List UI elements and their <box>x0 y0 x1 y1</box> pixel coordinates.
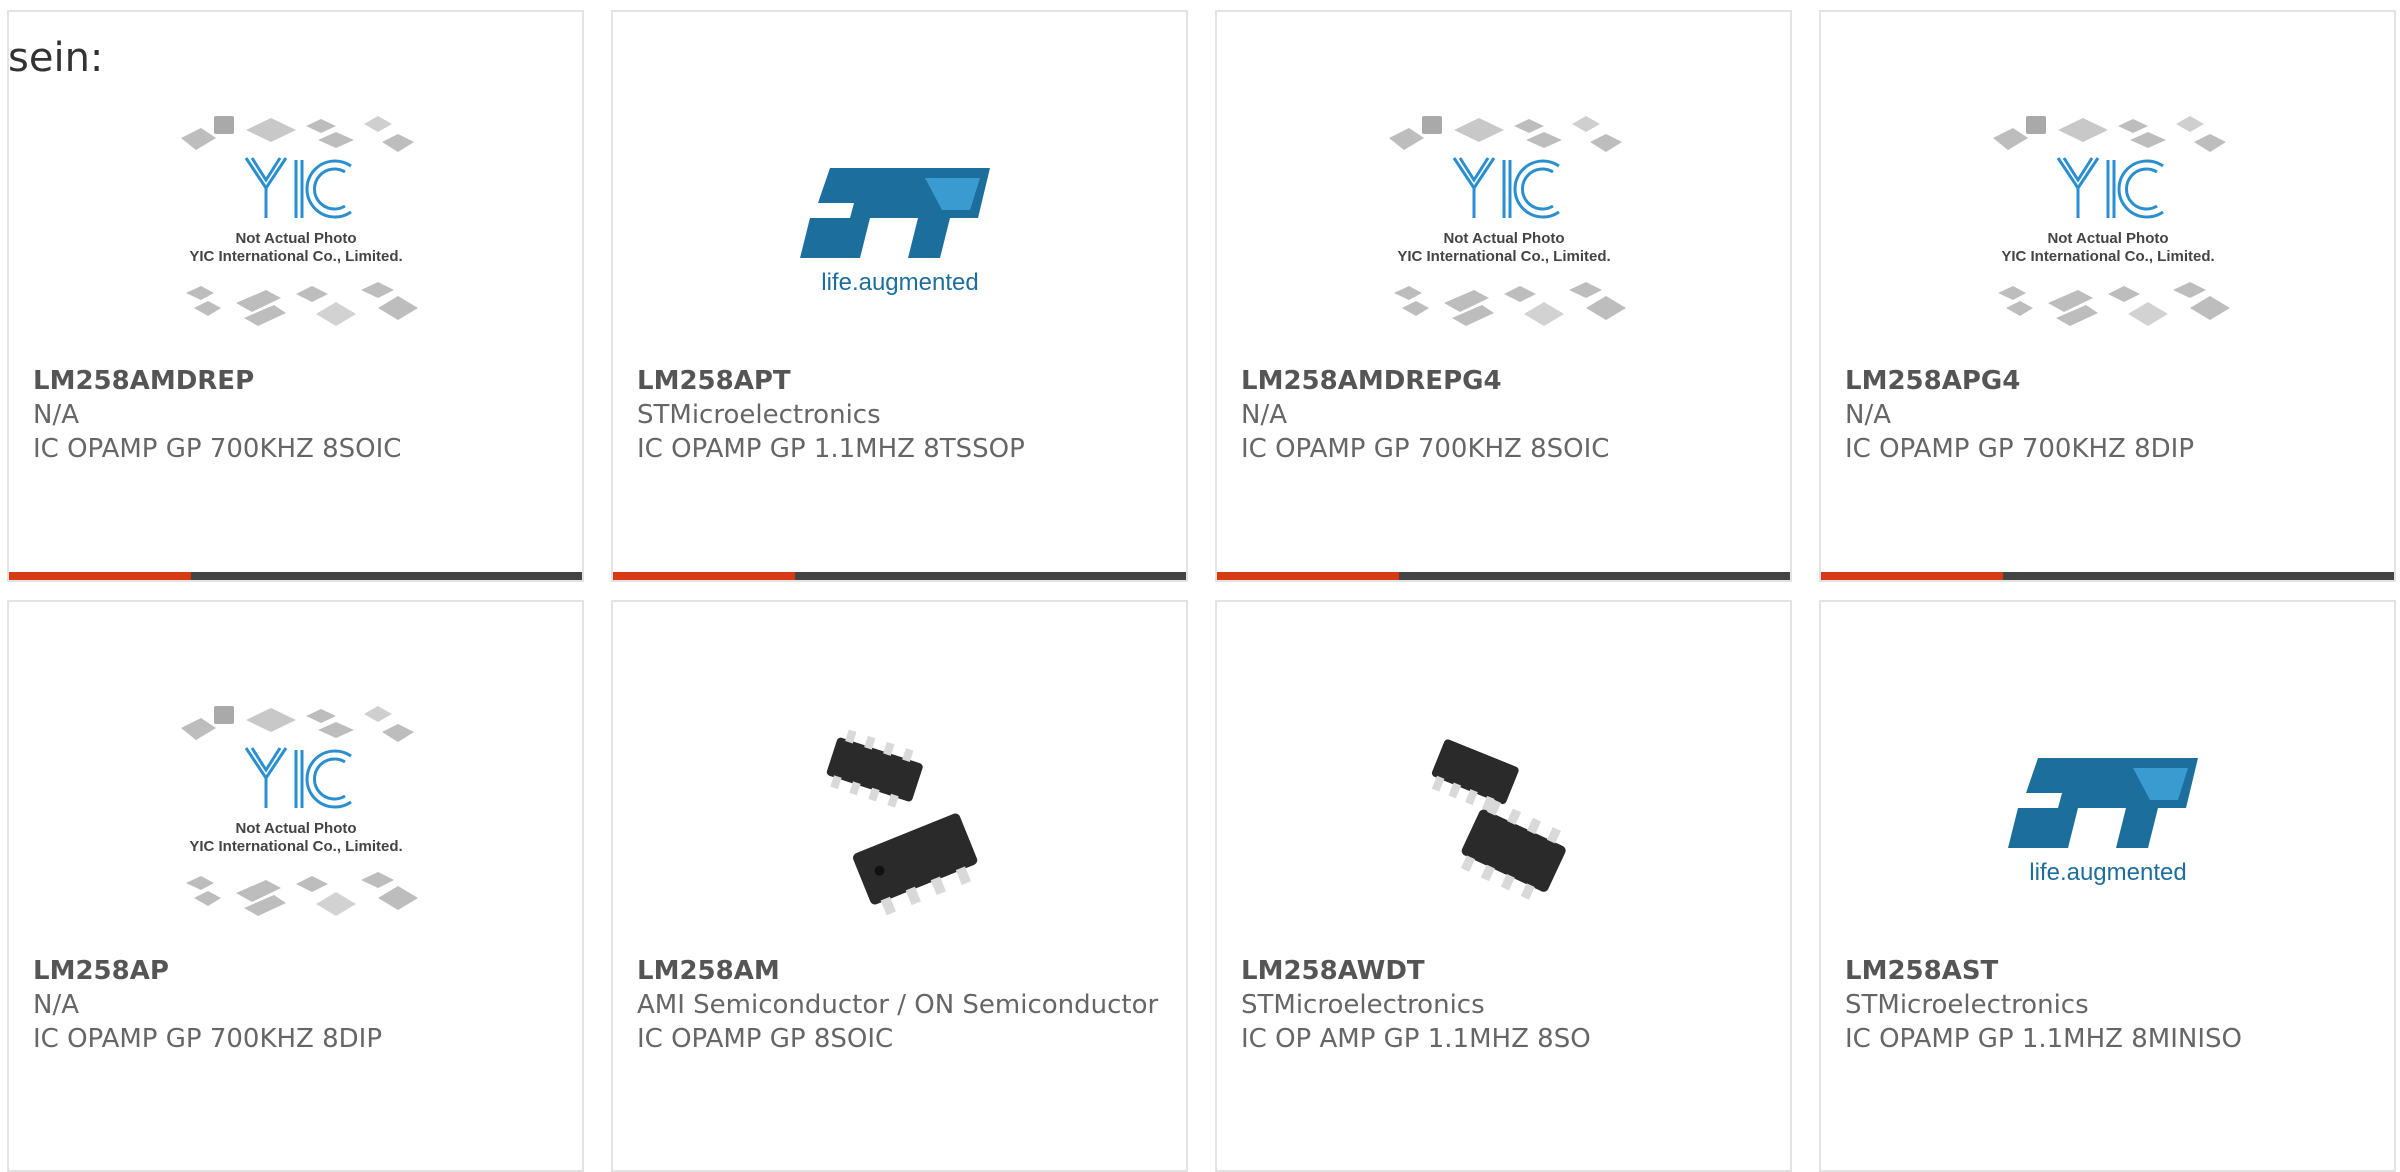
card-bottom-bar <box>1217 572 1790 580</box>
product-card-5[interactable]: Not Actual Photo YIC International Co., … <box>7 600 584 1172</box>
description: IC OPAMP GP 8SOIC <box>637 1024 894 1054</box>
product-image-soic-chip[interactable] <box>1217 690 1790 946</box>
yic-placeholder-icon: Not Actual Photo YIC International Co., … <box>180 706 418 916</box>
part-number[interactable]: LM258AMDREP <box>33 364 558 398</box>
description: IC OPAMP GP 1.1MHZ 8TSSOP <box>637 434 1025 464</box>
part-number[interactable]: LM258AM <box>637 954 1162 988</box>
product-image-yic-placeholder[interactable]: Not Actual Photo YIC International Co., … <box>9 690 582 946</box>
part-number[interactable]: LM258AWDT <box>1241 954 1766 988</box>
part-number[interactable]: LM258AST <box>1845 954 2370 988</box>
manufacturer: STMicroelectronics <box>1845 990 2089 1020</box>
soic-chip-icon <box>826 729 977 916</box>
product-image-yic-placeholder[interactable]: Not Actual Photo YIC International Co., … <box>1821 100 2394 356</box>
svg-text:Not Actual Photo: Not Actual Photo <box>235 820 356 837</box>
yic-placeholder-icon: Not Actual Photo YIC International Co., … <box>1388 116 1626 326</box>
product-card-6[interactable]: LM258AM AMI Semiconductor / ON Semicondu… <box>611 600 1188 1172</box>
description: IC OPAMP GP 700KHZ 8DIP <box>33 1024 383 1054</box>
manufacturer: STMicroelectronics <box>1241 990 1485 1020</box>
svg-text:life.augmented: life.augmented <box>821 269 978 296</box>
product-image-yic-placeholder[interactable]: Not Actual Photo YIC International Co., … <box>1217 100 1790 356</box>
description: IC OPAMP GP 1.1MHZ 8MINISO <box>1845 1024 2242 1054</box>
manufacturer: N/A <box>1241 400 1287 430</box>
part-number[interactable]: LM258APT <box>637 364 1162 398</box>
manufacturer: AMI Semiconductor / ON Semiconductor <box>637 990 1159 1020</box>
svg-text:YIC International Co., Limited: YIC International Co., Limited. <box>2001 248 2214 265</box>
svg-text:Not Actual Photo: Not Actual Photo <box>1443 230 1564 247</box>
svg-text:YIC International Co., Limited: YIC International Co., Limited. <box>189 248 402 265</box>
description: IC OP AMP GP 1.1MHZ 8SO <box>1241 1024 1591 1054</box>
intro-text: sein: <box>8 35 104 81</box>
part-number[interactable]: LM258AP <box>33 954 558 988</box>
product-card-1[interactable]: Not Actual Photo YIC International Co., … <box>7 10 584 582</box>
card-bottom-bar <box>613 572 1186 580</box>
svg-text:YIC International Co., Limited: YIC International Co., Limited. <box>189 838 402 855</box>
manufacturer: N/A <box>1845 400 1891 430</box>
yic-placeholder-icon: Not Actual Photo YIC International Co., … <box>1992 116 2230 326</box>
manufacturer: N/A <box>33 990 79 1020</box>
yic-placeholder-icon: Not Actual Photo YIC International Co., … <box>180 116 418 326</box>
product-image-yic-placeholder[interactable]: Not Actual Photo YIC International Co., … <box>9 100 582 356</box>
soic-chip-icon <box>1431 739 1566 900</box>
product-card-2[interactable]: life.augmented LM258APT STMicroelectroni… <box>611 10 1188 582</box>
description: IC OPAMP GP 700KHZ 8SOIC <box>33 434 402 464</box>
st-logo-icon: life.augmented <box>2007 758 2198 886</box>
part-number[interactable]: LM258APG4 <box>1845 364 2370 398</box>
product-card-8[interactable]: life.augmented LM258AST STMicroelectroni… <box>1819 600 2396 1172</box>
card-bottom-bar <box>1821 572 2394 580</box>
description: IC OPAMP GP 700KHZ 8DIP <box>1845 434 2195 464</box>
product-image-st-logo[interactable]: life.augmented <box>613 100 1186 356</box>
svg-text:Not Actual Photo: Not Actual Photo <box>2047 230 2168 247</box>
svg-text:YIC International Co., Limited: YIC International Co., Limited. <box>1397 248 1610 265</box>
part-number[interactable]: LM258AMDREPG4 <box>1241 364 1766 398</box>
product-image-st-logo[interactable]: life.augmented <box>1821 690 2394 946</box>
svg-text:Not Actual Photo: Not Actual Photo <box>235 230 356 247</box>
description: IC OPAMP GP 700KHZ 8SOIC <box>1241 434 1610 464</box>
product-card-4[interactable]: Not Actual Photo YIC International Co., … <box>1819 10 2396 582</box>
svg-text:life.augmented: life.augmented <box>2029 859 2186 886</box>
product-card-7[interactable]: LM258AWDT STMicroelectronics IC OP AMP G… <box>1215 600 1792 1172</box>
product-card-3[interactable]: Not Actual Photo YIC International Co., … <box>1215 10 1792 582</box>
product-image-soic-chip[interactable] <box>613 690 1186 946</box>
st-logo-icon: life.augmented <box>799 168 990 296</box>
card-bottom-bar <box>9 572 582 580</box>
manufacturer: N/A <box>33 400 79 430</box>
manufacturer: STMicroelectronics <box>637 400 881 430</box>
